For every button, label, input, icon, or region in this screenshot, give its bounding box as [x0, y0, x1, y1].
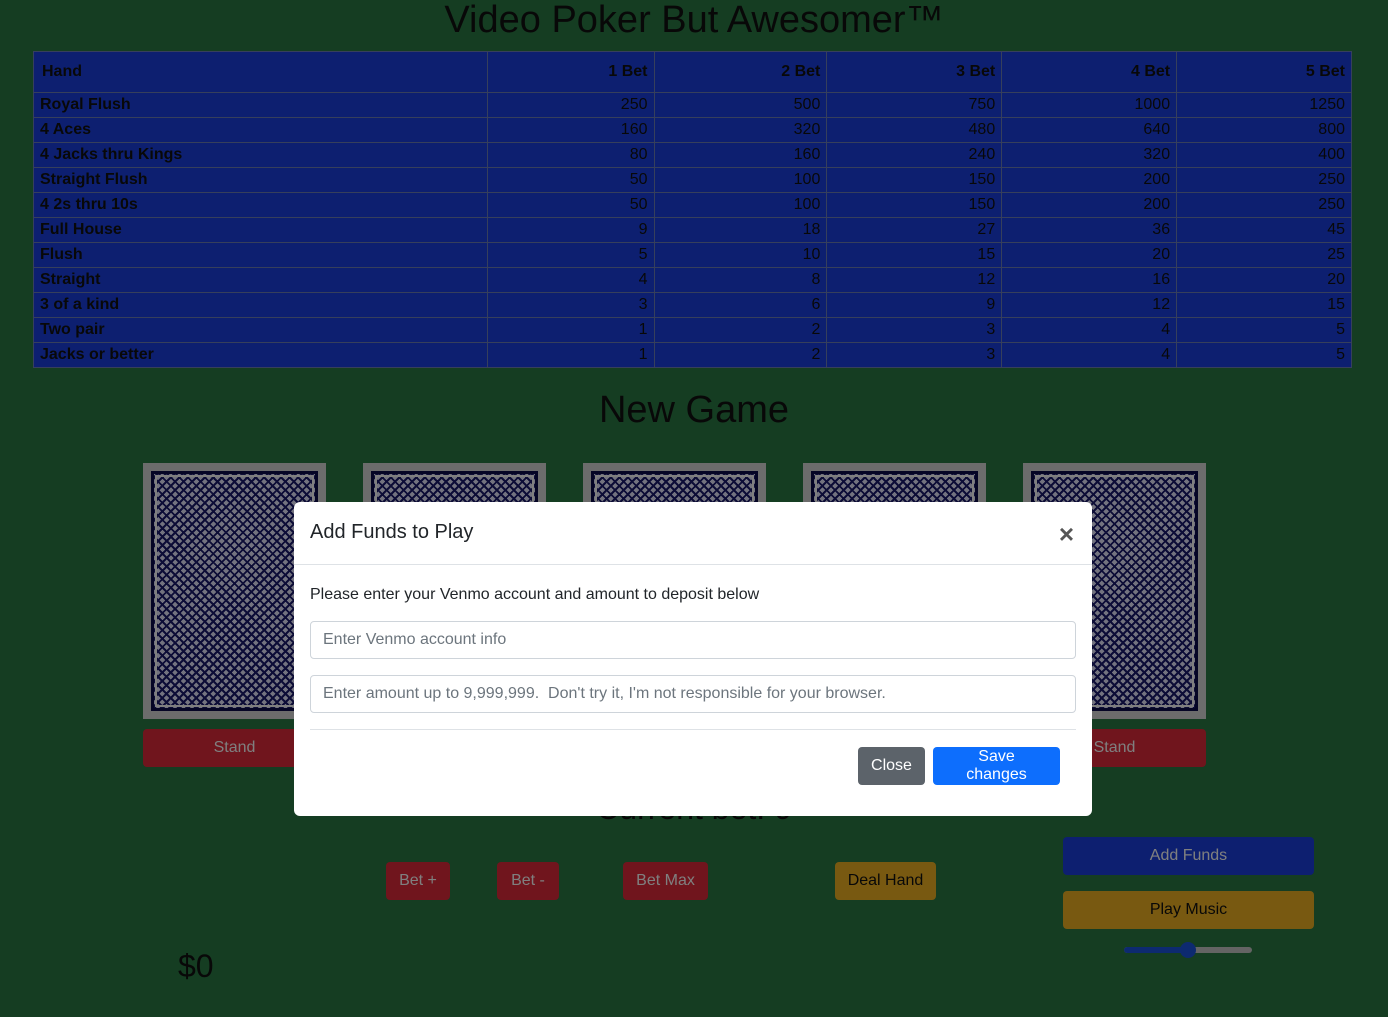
modal-title: Add Funds to Play [310, 521, 474, 543]
close-button[interactable]: Close [858, 747, 925, 785]
close-icon[interactable]: × [1059, 521, 1074, 547]
save-changes-button[interactable]: Save changes [933, 747, 1060, 785]
venmo-account-input[interactable] [310, 621, 1076, 659]
deposit-amount-input[interactable] [310, 675, 1076, 713]
modal-footer-divider [310, 729, 1076, 730]
add-funds-modal: Add Funds to Play × Please enter your Ve… [294, 502, 1092, 816]
modal-header: Add Funds to Play × [294, 502, 1092, 565]
modal-message: Please enter your Venmo account and amou… [310, 586, 760, 603]
